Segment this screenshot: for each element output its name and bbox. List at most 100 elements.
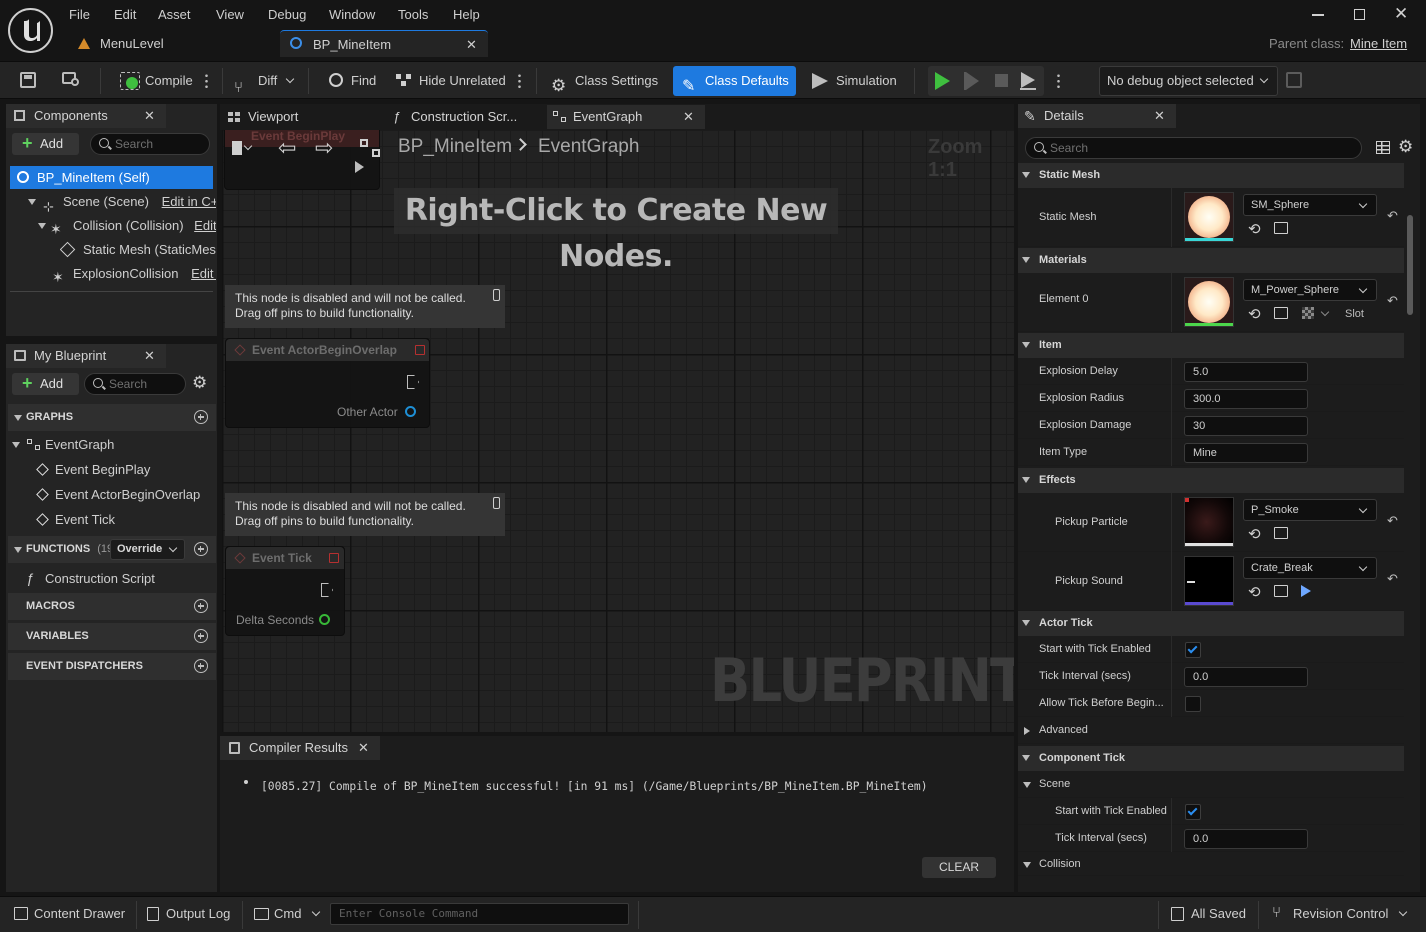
tab-components[interactable]: Components ✕ (6, 104, 166, 128)
allow-tick-checkbox[interactable] (1185, 696, 1201, 712)
add-function-icon[interactable] (194, 542, 208, 556)
window-close-button[interactable]: ✕ (1394, 4, 1408, 24)
event-tick-item[interactable]: Event Tick (36, 508, 214, 531)
hide-unrelated-button[interactable]: Hide Unrelated (396, 66, 506, 96)
gear-icon[interactable]: ⚙ (1398, 137, 1413, 157)
find-button[interactable]: Find (327, 66, 376, 96)
graph-options-icon[interactable] (518, 73, 521, 89)
close-icon[interactable]: ✕ (683, 105, 694, 129)
browse-folder-icon[interactable] (1274, 585, 1288, 597)
reset-arrow-icon[interactable]: ↶ (1387, 208, 1398, 224)
simulation-button[interactable]: Simulation (810, 66, 897, 96)
explosion-radius-input[interactable]: 300.0 (1184, 389, 1308, 409)
add-component-button[interactable]: Add (12, 132, 79, 155)
cmd-dropdown[interactable]: Cmd (254, 906, 321, 921)
delegate-pin-icon[interactable] (329, 553, 339, 563)
gear-icon[interactable]: ⚙ (192, 373, 207, 393)
tick-interval-input[interactable]: 0.0 (1184, 667, 1308, 687)
browse-folder-icon[interactable] (1274, 527, 1288, 539)
close-icon[interactable]: ✕ (466, 31, 477, 58)
back-arrow-icon[interactable]: ⇦ (278, 135, 296, 161)
save-icon[interactable] (20, 72, 36, 88)
material-asset-picker[interactable]: M_Power_Sphere (1243, 279, 1377, 301)
close-icon[interactable]: ✕ (144, 104, 155, 128)
scene-tick-interval-input[interactable]: 0.0 (1184, 829, 1308, 849)
menu-view[interactable]: View (216, 7, 244, 22)
menu-tools[interactable]: Tools (398, 7, 428, 22)
use-selected-icon[interactable]: ⟲ (1248, 525, 1261, 543)
bookmark-icon[interactable] (232, 141, 242, 155)
close-icon[interactable]: ✕ (1154, 104, 1165, 128)
delegate-pin-icon[interactable] (415, 345, 425, 355)
event-dispatchers-section-header[interactable]: EVENT DISPATCHERS (8, 653, 216, 680)
edit-explosion-link[interactable]: Edit ir (191, 266, 216, 281)
category-materials[interactable]: Materials (1018, 248, 1404, 273)
event-beginplay-item[interactable]: Event BeginPlay (36, 458, 214, 481)
exec-pin-icon[interactable] (321, 583, 333, 597)
play-icon[interactable] (935, 72, 950, 90)
construction-script-item[interactable]: ƒ Construction Script (26, 567, 214, 590)
pickup-sound-asset-picker[interactable]: Crate_Break (1243, 557, 1377, 579)
compile-button[interactable]: Compile (120, 66, 193, 96)
edit-collision-link[interactable]: Edit (194, 218, 216, 233)
table-view-icon[interactable] (1376, 141, 1390, 154)
explosion-delay-input[interactable]: 5.0 (1184, 362, 1308, 382)
my-blueprint-search-input[interactable]: Search (84, 373, 186, 395)
node-event-tick[interactable]: Event Tick Delta Seconds (225, 546, 345, 636)
exec-pin-icon[interactable] (355, 161, 364, 173)
variables-section-header[interactable]: VARIABLES (8, 623, 216, 650)
object-pin-icon[interactable] (405, 406, 416, 417)
menu-asset[interactable]: Asset (158, 7, 191, 22)
tab-my-blueprint[interactable]: My Blueprint ✕ (6, 344, 166, 368)
category-actor-tick[interactable]: Actor Tick (1018, 611, 1404, 636)
parent-class-link[interactable]: Mine Item (1350, 36, 1407, 51)
component-scene[interactable]: ⊹ Scene (Scene) Edit in C++ (26, 190, 216, 213)
reset-arrow-icon[interactable]: ↶ (1387, 513, 1398, 529)
browse-asset-icon[interactable] (62, 72, 82, 88)
tab-details[interactable]: ✎ Details ✕ (1018, 104, 1176, 128)
component-self[interactable]: BP_MineItem (Self) (10, 166, 213, 189)
breadcrumb-graph[interactable]: EventGraph (538, 136, 639, 158)
minimize-button[interactable] (1312, 14, 1324, 16)
menu-window[interactable]: Window (329, 7, 375, 22)
row-scene[interactable]: Scene (1018, 771, 1404, 798)
debug-object-select[interactable]: No debug object selected (1099, 66, 1278, 96)
menu-help[interactable]: Help (453, 7, 480, 22)
debug-filter-icon[interactable] (1286, 72, 1302, 88)
close-icon[interactable]: ✕ (144, 344, 155, 368)
use-selected-icon[interactable]: ⟲ (1248, 220, 1261, 238)
tab-eventgraph[interactable]: EventGraph ✕ (547, 105, 705, 129)
menu-edit[interactable]: Edit (114, 7, 136, 22)
row-collision[interactable]: Collision (1018, 852, 1404, 876)
graphs-section-header[interactable]: GRAPHS (8, 404, 216, 431)
reset-arrow-icon[interactable]: ↶ (1387, 571, 1398, 587)
event-graph-canvas[interactable]: Event BeginPlay ⇦ ⇨ BP_MineItem EventGra… (222, 130, 1014, 732)
add-dispatcher-icon[interactable] (194, 659, 208, 673)
sound-thumbnail[interactable] (1184, 556, 1234, 606)
use-selected-icon[interactable]: ⟲ (1248, 305, 1261, 323)
add-graph-icon[interactable] (194, 410, 208, 424)
menu-file[interactable]: File (69, 7, 90, 22)
browse-folder-icon[interactable] (1274, 307, 1288, 319)
static-mesh-asset-picker[interactable]: SM_Sphere (1243, 194, 1377, 216)
material-thumbnail[interactable] (1184, 277, 1234, 327)
row-advanced[interactable]: Advanced (1018, 717, 1404, 744)
compile-options-icon[interactable] (205, 73, 208, 89)
close-icon[interactable]: ✕ (358, 736, 369, 760)
add-member-button[interactable]: Add (12, 372, 79, 395)
component-static-mesh[interactable]: Static Mesh (StaticMes (60, 238, 216, 261)
tab-compiler-results[interactable]: Compiler Results ✕ (220, 736, 380, 760)
static-mesh-thumbnail[interactable] (1184, 192, 1234, 242)
start-tick-checkbox[interactable] (1185, 642, 1201, 658)
forward-arrow-icon[interactable]: ⇨ (315, 135, 333, 161)
event-overlap-item[interactable]: Event ActorBeginOverlap (36, 483, 214, 506)
category-static-mesh[interactable]: Static Mesh (1018, 163, 1404, 188)
node-event-actorbeginoverlap[interactable]: Event ActorBeginOverlap Other Actor (225, 338, 430, 428)
maximize-button[interactable] (1354, 9, 1365, 20)
breadcrumb-blueprint[interactable]: BP_MineItem (398, 136, 512, 158)
output-log-button[interactable]: Output Log (147, 906, 230, 921)
details-scrollbar[interactable] (1407, 215, 1413, 315)
reset-arrow-icon[interactable]: ↶ (1387, 293, 1398, 309)
override-dropdown[interactable]: Override (110, 539, 185, 560)
diff-button[interactable]: ⑂ Diff (234, 66, 295, 96)
